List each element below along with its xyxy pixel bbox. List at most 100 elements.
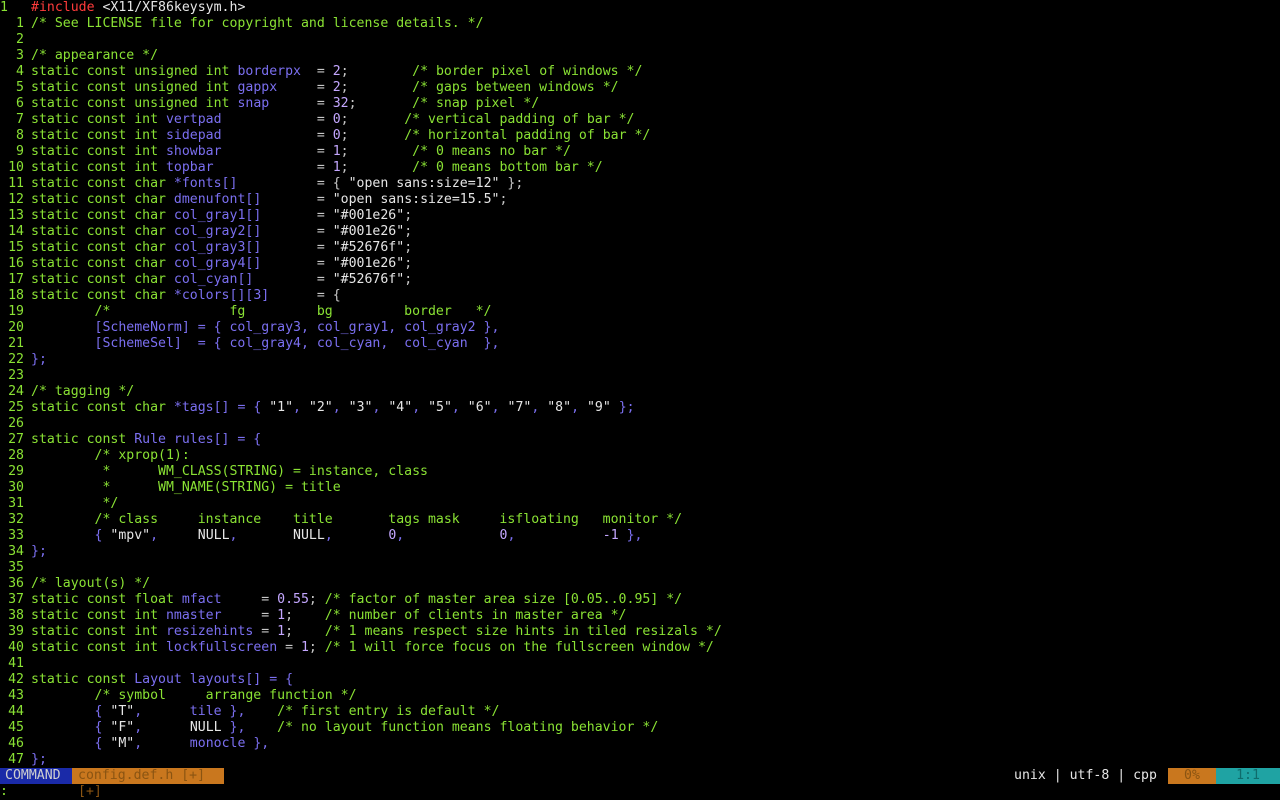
token: ,	[507, 528, 603, 543]
token: resizehints	[165, 624, 254, 639]
code-line[interactable]: 14 static const char col_gray2[] = "#001e…	[0, 224, 1280, 240]
code-line[interactable]: 40 static const int lockfullscreen = 1; /…	[0, 640, 1280, 656]
token: =	[253, 272, 333, 287]
token: ;	[404, 240, 413, 255]
token: },	[618, 528, 643, 543]
code-line[interactable]: 47};	[0, 752, 1280, 768]
code-line[interactable]: 2	[0, 32, 1280, 48]
code-line[interactable]: 39 static const int resizehints = 1; /* 1…	[0, 624, 1280, 640]
code-line[interactable]: 21 [SchemeSel] = { col_gray4, col_cyan, …	[0, 336, 1280, 352]
code-line[interactable]: 26	[0, 416, 1280, 432]
code-line[interactable]: 4 static const unsigned int borderpx = 2;…	[0, 64, 1280, 80]
token: ,	[332, 400, 349, 415]
token: =	[277, 80, 333, 95]
token: *colors[][3]	[173, 288, 270, 303]
code-line[interactable]: 3 /* appearance */	[0, 48, 1280, 64]
code-line[interactable]: 24 /* tagging */	[0, 384, 1280, 400]
token: , monocle },	[134, 736, 270, 751]
code-line[interactable]: 11 static const char *fonts[] = { "open s…	[0, 176, 1280, 192]
token: /* xprop(1):	[31, 448, 190, 463]
code-line[interactable]: 6 static const unsigned int snap = 32; /*…	[0, 96, 1280, 112]
code-line[interactable]: 29 * WM_CLASS(STRING) = instance, class	[0, 464, 1280, 480]
line-number: 3	[16, 48, 24, 63]
code-line[interactable]: 31 */	[0, 496, 1280, 512]
code-line[interactable]: 10 static const int topbar = 1; /* 0 mean…	[0, 160, 1280, 176]
code-line[interactable]: 19 /* fg bg border */	[0, 304, 1280, 320]
line-number: 13	[8, 208, 24, 223]
code-line[interactable]: 1 #include <X11/XF86keysym.h>	[0, 0, 1280, 16]
code-line[interactable]: 17 static const char col_cyan[] = "#52676…	[0, 272, 1280, 288]
token: static const float	[31, 592, 182, 607]
code-line[interactable]: 36 /* layout(s) */	[0, 576, 1280, 592]
code-line[interactable]: 12 static const char dmenufont[] = "open …	[0, 192, 1280, 208]
token: "3"	[348, 400, 373, 415]
token: Rule rules[] = {	[134, 432, 262, 447]
token: showbar	[165, 144, 222, 159]
line-number: 1	[0, 0, 8, 15]
code-line[interactable]: 30 * WM_NAME(STRING) = title	[0, 480, 1280, 496]
code-text: static const int nmaster = 1; /* number …	[31, 608, 627, 624]
token: };	[31, 752, 47, 767]
token: */	[31, 496, 119, 511]
code-line[interactable]: 23	[0, 368, 1280, 384]
code-editor[interactable]: 1 #include <X11/XF86keysym.h> 1 /* See LICE…	[0, 0, 1280, 768]
code-line[interactable]: 46 { "M", monocle },	[0, 736, 1280, 752]
code-line[interactable]: 13 static const char col_gray1[] = "#001e…	[0, 208, 1280, 224]
token: =	[213, 160, 333, 175]
code-line[interactable]: 38 static const int nmaster = 1; /* numbe…	[0, 608, 1280, 624]
code-line[interactable]: 20 [SchemeNorm] = { col_gray3, col_gray1…	[0, 320, 1280, 336]
code-line[interactable]: 35	[0, 560, 1280, 576]
line-number: 37	[8, 592, 24, 607]
code-line[interactable]: 18 static const char *colors[][3] = {	[0, 288, 1280, 304]
code-line[interactable]: 34};	[0, 544, 1280, 560]
token: "M"	[110, 736, 135, 751]
token: borderpx	[237, 64, 301, 79]
code-line[interactable]: 7 static const int vertpad = 0; /* vertic…	[0, 112, 1280, 128]
code-line[interactable]: 25 static const char *tags[] = { "1", "2"…	[0, 400, 1280, 416]
code-text: /* layout(s) */	[31, 576, 150, 592]
token: ;	[499, 192, 508, 207]
code-line[interactable]: 37 static const float mfact = 0.55; /* fa…	[0, 592, 1280, 608]
token: /* border pixel of windows */	[412, 64, 643, 79]
code-line[interactable]: 9 static const int showbar = 1; /* 0 mean…	[0, 144, 1280, 160]
token: ,	[324, 528, 389, 543]
token: NULL	[197, 528, 230, 543]
token: ,	[293, 400, 309, 415]
token: ;	[340, 112, 405, 127]
code-text: /* class instance title tags mask isfloa…	[31, 512, 683, 528]
code-line[interactable]: 32 /* class instance title tags mask isf…	[0, 512, 1280, 528]
code-line[interactable]: 16 static const char col_gray4[] = "#001e…	[0, 256, 1280, 272]
token: ;	[404, 256, 413, 271]
line-number: 6	[16, 96, 24, 111]
token: {	[31, 736, 111, 751]
token: "#001e26"	[332, 224, 405, 239]
token: ;	[348, 96, 413, 111]
token: };	[499, 176, 524, 191]
code-line[interactable]: 43 /* symbol arrange function */	[0, 688, 1280, 704]
line-number: 22	[8, 352, 24, 367]
status-line: COMMAND config.def.h [+] [+] unix | utf-…	[0, 768, 1280, 799]
token: ;	[308, 592, 325, 607]
code-line[interactable]: 8 static const int sidepad = 0; /* horizo…	[0, 128, 1280, 144]
code-line[interactable]: 45 { "F", NULL }, /* no layout function …	[0, 720, 1280, 736]
token: ;	[285, 624, 325, 639]
code-line[interactable]: 42 static const Layout layouts[] = {	[0, 672, 1280, 688]
code-line[interactable]: 15 static const char col_gray3[] = "#5267…	[0, 240, 1280, 256]
line-number: 29	[8, 464, 24, 479]
code-line[interactable]: 5 static const unsigned int gappx = 2; /*…	[0, 80, 1280, 96]
line-number: 12	[8, 192, 24, 207]
token: col_gray4[]	[173, 256, 262, 271]
code-line[interactable]: 27 static const Rule rules[] = {	[0, 432, 1280, 448]
token: =	[253, 624, 278, 639]
code-line[interactable]: 33 { "mpv", NULL, NULL, 0, 0, -1 },	[0, 528, 1280, 544]
code-text: /* fg bg border */	[31, 304, 492, 320]
code-line[interactable]: 1 /* See LICENSE file for copyright and l…	[0, 16, 1280, 32]
token: =	[300, 64, 333, 79]
code-line[interactable]: 41	[0, 656, 1280, 672]
code-line[interactable]: 28 /* xprop(1):	[0, 448, 1280, 464]
code-text: static const Layout layouts[] = {	[31, 672, 293, 688]
code-line[interactable]: 22};	[0, 352, 1280, 368]
command-line[interactable]: :	[0, 784, 1280, 800]
code-line[interactable]: 44 { "T", tile }, /* first entry is defa…	[0, 704, 1280, 720]
token: static const char	[31, 176, 174, 191]
